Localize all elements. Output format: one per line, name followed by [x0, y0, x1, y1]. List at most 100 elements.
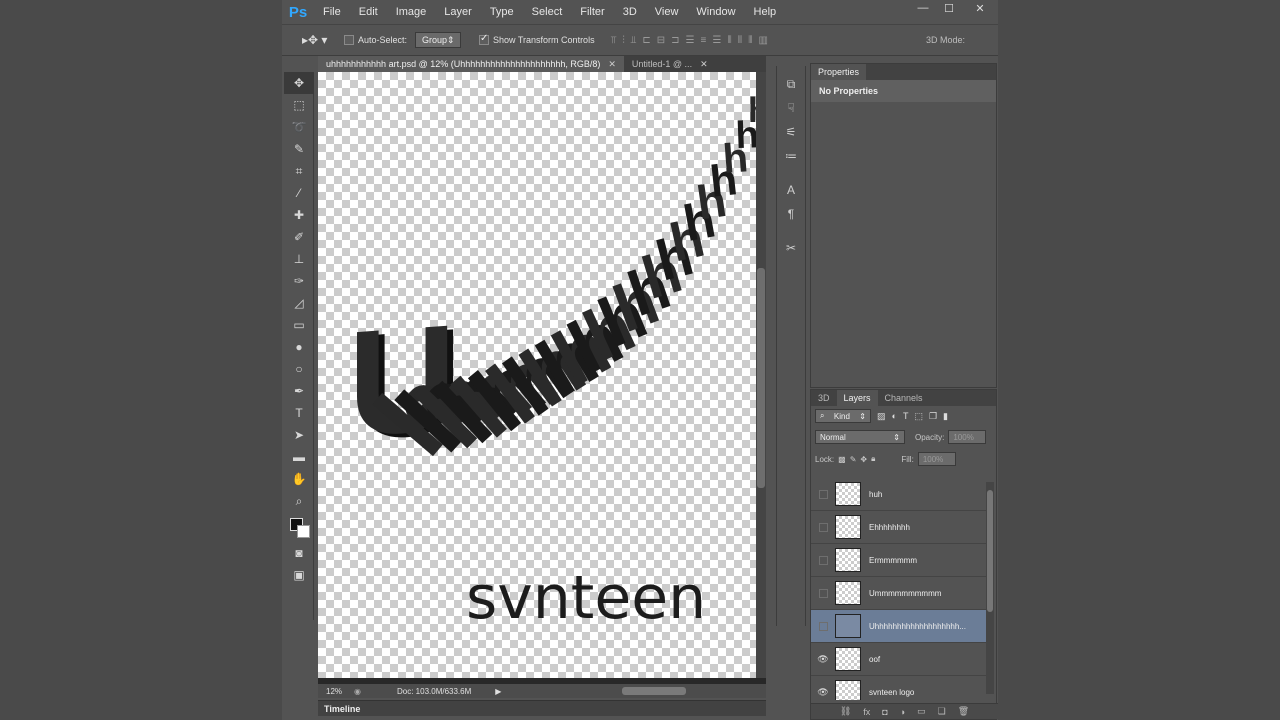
- layers-scroll-thumb[interactable]: [987, 490, 993, 612]
- crop-tool-icon[interactable]: ⌗: [284, 160, 314, 182]
- distribute-bottom-icon[interactable]: ☰: [712, 35, 721, 46]
- adjustments-panel-icon[interactable]: ⚟: [777, 120, 805, 144]
- layer-row-huh[interactable]: huh: [811, 478, 986, 511]
- visibility-toggle[interactable]: [811, 555, 835, 565]
- layer-row-ummmmmmmmmm[interactable]: Ummmmmmmmmm: [811, 577, 986, 610]
- align-hcenter-icon[interactable]: ⊟: [657, 35, 665, 46]
- lock-position-icon[interactable]: ✥: [860, 455, 867, 464]
- tab-3d[interactable]: 3D: [811, 390, 837, 406]
- layer-row-oof[interactable]: 👁︎ oof: [811, 643, 986, 676]
- distribute-vcenter-icon[interactable]: ≡: [701, 35, 707, 46]
- layer-style-icon[interactable]: fx: [863, 707, 870, 717]
- tool-presets-icon[interactable]: ✂: [777, 236, 805, 260]
- pen-tool-icon[interactable]: ✒: [284, 380, 314, 402]
- align-top-icon[interactable]: ⫪: [611, 35, 617, 46]
- eye-icon[interactable]: 👁︎: [811, 687, 835, 698]
- opacity-field[interactable]: 100%: [948, 430, 987, 444]
- visibility-toggle[interactable]: [811, 588, 835, 598]
- layer-row-svnteen-logo[interactable]: 👁︎ svnteen logo: [811, 676, 986, 700]
- blur-tool-icon[interactable]: ●: [284, 336, 314, 358]
- menu-image[interactable]: Image: [387, 0, 436, 24]
- screen-mode-icon[interactable]: ▣: [284, 564, 314, 586]
- distribute-right-icon[interactable]: ⦀: [748, 35, 752, 46]
- distribute-hcenter-icon[interactable]: ⦀: [738, 35, 742, 46]
- history-panel-icon[interactable]: ⧉: [777, 72, 805, 96]
- eyedropper-tool-icon[interactable]: ⁄: [284, 182, 314, 204]
- quick-select-tool-icon[interactable]: ✎: [284, 138, 314, 160]
- visibility-toggle[interactable]: [811, 489, 835, 499]
- filter-toggle-icon[interactable]: ▮: [943, 411, 948, 422]
- layer-row-ehhhhhhhh[interactable]: Ehhhhhhhh: [811, 511, 986, 544]
- kind-filter-dropdown[interactable]: ⌕ Kind ⇕: [815, 409, 871, 423]
- shape-tool-icon[interactable]: ▬: [284, 446, 314, 468]
- tab-properties[interactable]: Properties: [811, 64, 867, 80]
- menu-layer[interactable]: Layer: [435, 0, 481, 24]
- menu-view[interactable]: View: [646, 0, 688, 24]
- filter-type-icon[interactable]: T: [903, 411, 909, 421]
- brush-tool-icon[interactable]: ✐: [284, 226, 314, 248]
- menu-help[interactable]: Help: [745, 0, 786, 24]
- move-tool-icon[interactable]: ✥: [284, 72, 314, 94]
- tab-untitled-1[interactable]: Untitled-1 @ ... ✕: [624, 56, 716, 72]
- character-panel-icon[interactable]: A: [777, 178, 805, 202]
- lock-pixels-icon[interactable]: ✎: [850, 455, 857, 464]
- auto-select-checkbox[interactable]: [344, 35, 354, 45]
- menu-filter[interactable]: Filter: [571, 0, 613, 24]
- eraser-tool-icon[interactable]: ◿: [284, 292, 314, 314]
- show-transform-checkbox[interactable]: [479, 33, 490, 45]
- dodge-tool-icon[interactable]: ○: [284, 358, 314, 380]
- visibility-toggle[interactable]: [811, 621, 835, 631]
- menu-select[interactable]: Select: [523, 0, 572, 24]
- close-button[interactable]: ✕: [962, 0, 998, 16]
- layers-scrollbar[interactable]: [986, 482, 994, 694]
- path-select-tool-icon[interactable]: ➤: [284, 424, 314, 446]
- vertical-scroll-thumb[interactable]: [757, 268, 765, 488]
- layer-row-uhhhh-selected[interactable]: Uhhhhhhhhhhhhhhhhhhh...: [811, 610, 986, 643]
- align-bottom-icon[interactable]: ⫫: [631, 35, 637, 46]
- doc-size[interactable]: Doc: 103.0M/633.6M: [397, 687, 471, 696]
- tab-close-icon[interactable]: ✕: [608, 59, 616, 69]
- menu-window[interactable]: Window: [687, 0, 744, 24]
- paragraph-panel-icon[interactable]: ¶: [777, 202, 805, 226]
- auto-align-icon[interactable]: ▥: [759, 35, 768, 46]
- history-brush-tool-icon[interactable]: ✑: [284, 270, 314, 292]
- align-right-icon[interactable]: ⊐: [671, 35, 679, 46]
- menu-edit[interactable]: Edit: [350, 0, 387, 24]
- tab-channels[interactable]: Channels: [878, 390, 930, 406]
- auto-select-dropdown[interactable]: Group ⇕: [415, 32, 462, 48]
- document-canvas[interactable]: U U hhhhhhhhhhhhhhhhhhhhhhhhh svnteen: [318, 72, 762, 678]
- background-color-swatch[interactable]: [297, 525, 310, 538]
- menu-3d[interactable]: 3D: [614, 0, 646, 24]
- visibility-toggle[interactable]: [811, 522, 835, 532]
- add-mask-icon[interactable]: ◘: [882, 707, 887, 717]
- layer-row-ermmmmmm[interactable]: Ermmmmmm: [811, 544, 986, 577]
- fill-field[interactable]: 100%: [917, 452, 956, 466]
- distribute-top-icon[interactable]: ☰: [686, 35, 695, 46]
- quick-mask-icon[interactable]: ◙: [284, 542, 314, 564]
- tab-close-icon[interactable]: ✕: [700, 59, 708, 69]
- blend-mode-dropdown[interactable]: Normal ⇕: [815, 430, 905, 444]
- tab-layers[interactable]: Layers: [836, 390, 878, 406]
- minimize-button[interactable]: —: [910, 0, 936, 16]
- zoom-tool-icon[interactable]: ⌕: [284, 490, 314, 512]
- distribute-left-icon[interactable]: ⦀: [727, 35, 731, 46]
- show-transform-toggle[interactable]: Show Transform Controls: [479, 33, 595, 45]
- maximize-button[interactable]: ☐: [936, 0, 962, 16]
- clone-stamp-tool-icon[interactable]: ⊥: [284, 248, 314, 270]
- move-tool-preset-icon[interactable]: ▸✥ ▾: [302, 30, 328, 50]
- new-adjustment-icon[interactable]: ◑: [900, 707, 905, 717]
- lock-all-icon[interactable]: 🔒︎: [871, 454, 875, 464]
- status-menu-arrow-icon[interactable]: ▶: [495, 687, 501, 696]
- healing-brush-tool-icon[interactable]: ✚: [284, 204, 314, 226]
- auto-select-toggle[interactable]: Auto-Select:: [344, 35, 407, 45]
- zoom-level[interactable]: 12%: [326, 687, 342, 696]
- type-tool-icon[interactable]: T: [284, 402, 314, 424]
- filter-adjustment-icon[interactable]: ◐: [892, 411, 897, 421]
- timeline-panel-tab[interactable]: Timeline: [318, 700, 766, 716]
- link-layers-icon[interactable]: ⛓: [840, 706, 851, 717]
- filter-shape-icon[interactable]: ⬚: [914, 411, 923, 422]
- filter-smart-object-icon[interactable]: ❐: [929, 411, 937, 422]
- align-left-icon[interactable]: ⊏: [642, 35, 650, 46]
- horizontal-scroll-thumb[interactable]: [622, 687, 686, 695]
- actions-panel-icon[interactable]: ☟: [777, 96, 805, 120]
